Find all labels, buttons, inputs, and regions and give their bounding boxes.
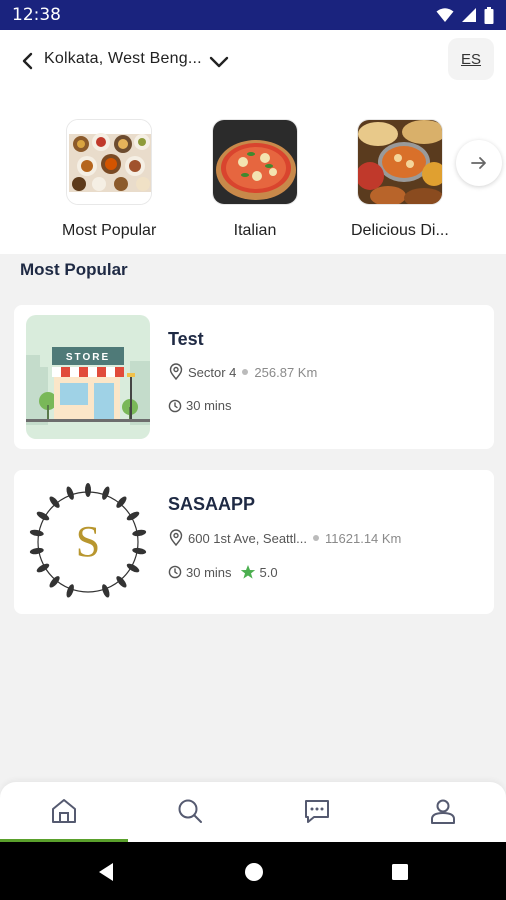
category-label: Most Popular: [62, 222, 157, 239]
back-button[interactable]: [16, 50, 38, 72]
category-delicious[interactable]: Delicious Di...: [351, 119, 449, 240]
category-image: [356, 119, 443, 205]
restaurant-address: 600 1st Ave, Seattl...: [188, 530, 308, 546]
nav-home[interactable]: [44, 794, 84, 828]
clock-icon: [168, 399, 182, 412]
delivery-time: 30 mins: [186, 564, 232, 580]
category-next-button[interactable]: [456, 140, 502, 186]
chevron-left-icon: [22, 52, 33, 70]
location-selector[interactable]: Kolkata, West Beng...: [44, 50, 202, 68]
restaurant-meta-row: 30 mins 5.0: [168, 564, 278, 580]
search-icon: [178, 799, 202, 823]
category-carousel: Most Popular Italian Delicious Di...: [0, 94, 506, 254]
location-pin-icon: [169, 529, 183, 547]
category-image: [66, 119, 153, 205]
restaurant-name: SASAAPP: [168, 494, 256, 514]
restaurant-card[interactable]: S SASAAPP 600 1st Ave, Seattl... 11621.1…: [14, 470, 494, 614]
profile-icon: [431, 799, 455, 824]
status-icons: [436, 6, 494, 24]
nav-profile[interactable]: [423, 794, 463, 828]
location-pin-icon: [169, 363, 183, 381]
status-time: 12:38: [12, 5, 61, 25]
restaurant-distance: 11621.14 Km: [325, 530, 402, 546]
chat-icon: [305, 800, 329, 823]
separator-dot: [242, 369, 249, 375]
arrow-right-icon: [471, 157, 486, 169]
clock-icon: [168, 565, 182, 579]
location-dropdown[interactable]: [207, 52, 231, 72]
home-circle-icon[interactable]: [244, 862, 264, 882]
store-sign: STORE: [66, 352, 110, 363]
restaurant-rating: 5.0: [259, 564, 278, 580]
delivery-time: 30 mins: [186, 398, 232, 413]
home-icon: [52, 799, 76, 823]
restaurant-logo: STORE: [26, 315, 150, 439]
recents-square-icon[interactable]: [390, 862, 410, 882]
restaurant-logo: S: [26, 480, 150, 604]
section-title: Most Popular: [20, 260, 128, 279]
restaurant-meta-row: 30 mins: [168, 398, 232, 413]
bottom-navigation: [0, 782, 506, 842]
wifi-icon: [436, 8, 454, 22]
cellular-icon: [462, 8, 476, 22]
category-label: Italian: [233, 222, 277, 239]
category-label: Delicious Di...: [351, 222, 449, 239]
app-header: Kolkata, West Beng... ES: [0, 30, 506, 94]
restaurant-location-row: 600 1st Ave, Seattl... 11621.14 Km: [168, 529, 401, 547]
back-triangle-icon[interactable]: [96, 862, 116, 882]
chevron-down-icon: [209, 56, 229, 68]
nav-chat[interactable]: [297, 794, 337, 828]
category-most-popular[interactable]: Most Popular: [62, 119, 156, 240]
language-button[interactable]: ES: [448, 38, 494, 80]
restaurant-distance: 256.87 Km: [254, 364, 318, 380]
category-image: [212, 119, 298, 205]
restaurant-name: Test: [168, 329, 204, 349]
restaurant-location-row: Sector 4 256.87 Km: [168, 363, 317, 381]
nav-search[interactable]: [170, 794, 210, 828]
restaurant-address: Sector 4: [188, 364, 237, 380]
system-navigation-bar: [0, 842, 506, 900]
status-bar: 12:38: [0, 0, 506, 30]
battery-icon: [484, 6, 494, 24]
category-italian[interactable]: Italian: [212, 119, 298, 240]
star-icon: [240, 565, 255, 579]
restaurant-card[interactable]: STORE Test Sector 4 256.87 Km 30 mins: [14, 305, 494, 449]
separator-dot: [313, 535, 320, 541]
logo-letter: S: [76, 517, 100, 566]
